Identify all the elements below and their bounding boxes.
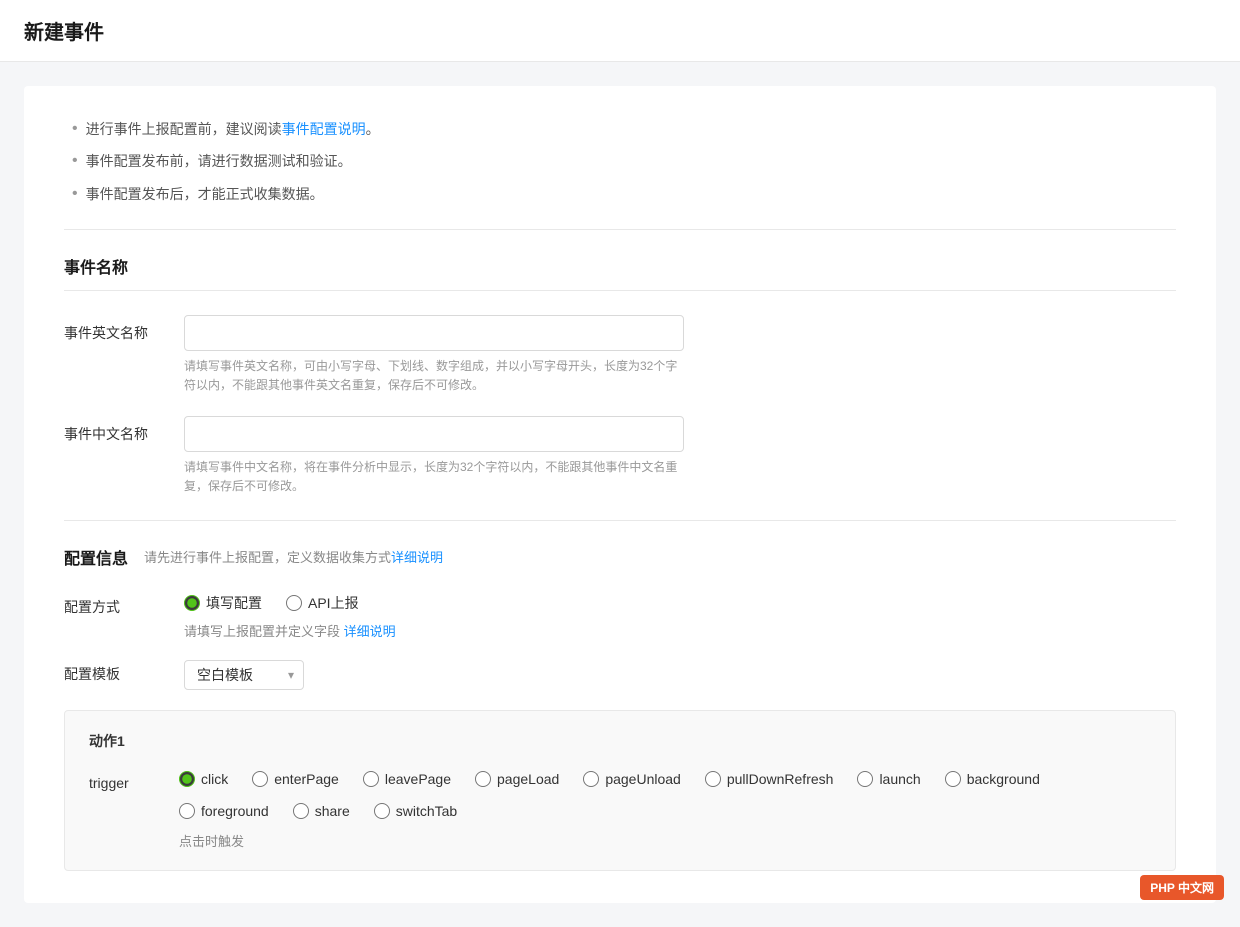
divider-1: [64, 229, 1176, 230]
trigger-switchTab[interactable]: switchTab: [374, 803, 457, 819]
trigger-pageLoad-label: pageLoad: [497, 771, 559, 787]
radio-fill-input[interactable]: [184, 595, 200, 611]
config-method-radio-group: 填写配置 API上报: [184, 593, 396, 613]
config-section-header: 配置信息 请先进行事件上报配置，定义数据收集方式详细说明: [64, 545, 1176, 569]
config-method-hint-link[interactable]: 详细说明: [344, 624, 396, 639]
chinese-name-row: 事件中文名称 请填写事件中文名称，将在事件分析中显示，长度为32个字符以内，不能…: [64, 416, 1176, 496]
trigger-click-label: click: [201, 771, 228, 787]
notice-item-1: 进行事件上报配置前，建议阅读事件配置说明。: [72, 118, 1176, 140]
config-method-options: 填写配置 API上报 请填写上报配置并定义字段 详细说明: [184, 593, 396, 640]
english-name-row: 事件英文名称 请填写事件英文名称，可由小写字母、下划线、数字组成，并以小写字母开…: [64, 315, 1176, 395]
trigger-foreground-input[interactable]: [179, 803, 195, 819]
english-name-hint: 请填写事件英文名称，可由小写字母、下划线、数字组成，并以小写字母开头，长度为32…: [184, 357, 684, 395]
config-template-select-wrapper: 空白模板 ▾: [184, 660, 304, 690]
trigger-foreground-label: foreground: [201, 803, 269, 819]
english-name-label: 事件英文名称: [64, 315, 184, 343]
event-name-section-title: 事件名称: [64, 254, 1176, 291]
divider-2: [64, 520, 1176, 521]
trigger-click-input[interactable]: [179, 771, 195, 787]
trigger-pageUnload-input[interactable]: [583, 771, 599, 787]
trigger-launch[interactable]: launch: [857, 771, 920, 787]
config-template-select[interactable]: 空白模板: [184, 660, 304, 690]
page-header: 新建事件: [0, 0, 1240, 62]
trigger-foreground[interactable]: foreground: [179, 803, 269, 819]
trigger-switchTab-input[interactable]: [374, 803, 390, 819]
english-name-field: 请填写事件英文名称，可由小写字母、下划线、数字组成，并以小写字母开头，长度为32…: [184, 315, 1176, 395]
trigger-pageLoad-input[interactable]: [475, 771, 491, 787]
radio-fill[interactable]: 填写配置: [184, 593, 262, 613]
radio-fill-label: 填写配置: [206, 593, 262, 613]
main-card: 进行事件上报配置前，建议阅读事件配置说明。 事件配置发布前，请进行数据测试和验证…: [24, 86, 1216, 903]
trigger-leavePage-input[interactable]: [363, 771, 379, 787]
trigger-pageLoad[interactable]: pageLoad: [475, 771, 559, 787]
config-section-title: 配置信息: [64, 545, 128, 569]
trigger-pageUnload[interactable]: pageUnload: [583, 771, 681, 787]
trigger-pullDownRefresh-label: pullDownRefresh: [727, 771, 834, 787]
trigger-enterPage-input[interactable]: [252, 771, 268, 787]
config-method-hint: 请填写上报配置并定义字段 详细说明: [184, 621, 396, 640]
trigger-switchTab-label: switchTab: [396, 803, 457, 819]
php-badge: PHP 中文网: [1140, 875, 1224, 900]
trigger-pageUnload-label: pageUnload: [605, 771, 681, 787]
trigger-enterPage[interactable]: enterPage: [252, 771, 339, 787]
notice-link-1[interactable]: 事件配置说明: [282, 121, 366, 137]
trigger-share-input[interactable]: [293, 803, 309, 819]
trigger-enterPage-label: enterPage: [274, 771, 339, 787]
trigger-pullDownRefresh-input[interactable]: [705, 771, 721, 787]
trigger-background[interactable]: background: [945, 771, 1040, 787]
trigger-click[interactable]: click: [179, 771, 228, 787]
chinese-name-hint: 请填写事件中文名称，将在事件分析中显示，长度为32个字符以内，不能跟其他事件中文…: [184, 458, 684, 496]
config-template-row: 配置模板 空白模板 ▾: [64, 660, 1176, 690]
trigger-background-input[interactable]: [945, 771, 961, 787]
trigger-hint: 点击时触发: [179, 831, 1151, 850]
trigger-launch-input[interactable]: [857, 771, 873, 787]
config-section-desc: 请先进行事件上报配置，定义数据收集方式详细说明: [144, 547, 443, 566]
config-template-label: 配置模板: [64, 660, 184, 684]
trigger-label: trigger: [89, 771, 179, 791]
config-detail-link[interactable]: 详细说明: [391, 550, 443, 565]
radio-api-label: API上报: [308, 593, 359, 613]
trigger-row: trigger click enterPage l: [89, 771, 1151, 850]
action-title: 动作1: [89, 731, 1151, 751]
radio-api[interactable]: API上报: [286, 593, 359, 613]
trigger-pullDownRefresh[interactable]: pullDownRefresh: [705, 771, 834, 787]
trigger-share-label: share: [315, 803, 350, 819]
trigger-leavePage[interactable]: leavePage: [363, 771, 451, 787]
trigger-leavePage-label: leavePage: [385, 771, 451, 787]
radio-api-input[interactable]: [286, 595, 302, 611]
chinese-name-label: 事件中文名称: [64, 416, 184, 444]
config-method-label: 配置方式: [64, 593, 184, 617]
chinese-name-input[interactable]: [184, 416, 684, 452]
english-name-input[interactable]: [184, 315, 684, 351]
config-method-row: 配置方式 填写配置 API上报 请填写上报配置并定义字段 详细说明: [64, 593, 1176, 640]
trigger-radio-group: click enterPage leavePage pageLo: [179, 771, 1151, 819]
trigger-background-label: background: [967, 771, 1040, 787]
main-content: 进行事件上报配置前，建议阅读事件配置说明。 事件配置发布前，请进行数据测试和验证…: [0, 62, 1240, 927]
trigger-launch-label: launch: [879, 771, 920, 787]
trigger-share[interactable]: share: [293, 803, 350, 819]
trigger-options: click enterPage leavePage pageLo: [179, 771, 1151, 850]
notice-item-3: 事件配置发布后，才能正式收集数据。: [72, 183, 1176, 205]
notice-list: 进行事件上报配置前，建议阅读事件配置说明。 事件配置发布前，请进行数据测试和验证…: [64, 118, 1176, 205]
notice-item-2: 事件配置发布前，请进行数据测试和验证。: [72, 150, 1176, 172]
page-title: 新建事件: [24, 16, 1216, 45]
chinese-name-field: 请填写事件中文名称，将在事件分析中显示，长度为32个字符以内，不能跟其他事件中文…: [184, 416, 1176, 496]
action-card: 动作1 trigger click enterPage: [64, 710, 1176, 871]
